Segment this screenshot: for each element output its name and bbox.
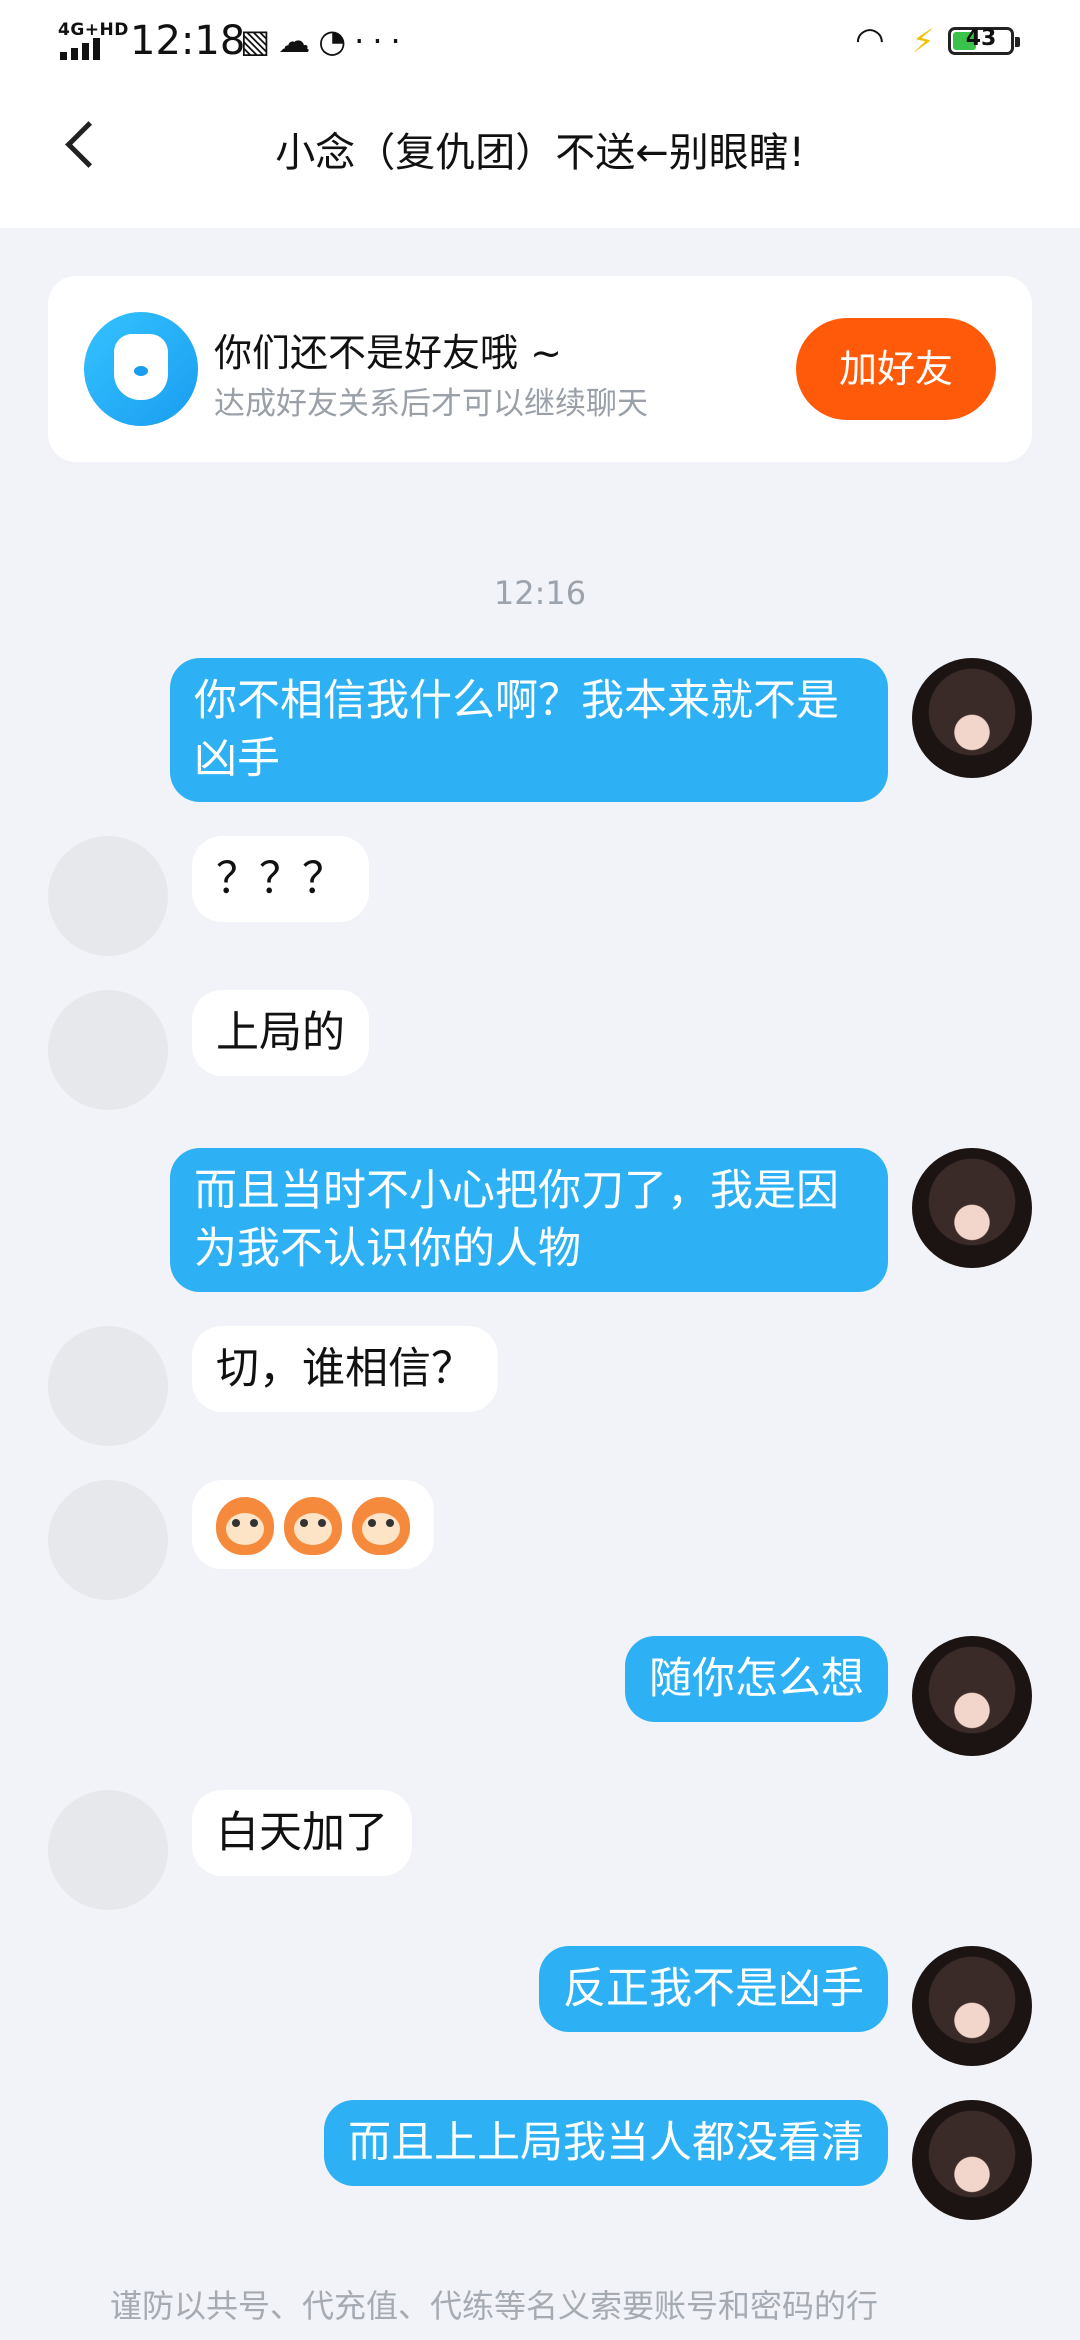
monkey-emoji-icon bbox=[352, 1496, 410, 1555]
incoming-bubble[interactable]: ？？？ bbox=[192, 836, 369, 922]
message-timestamp: 12:16 bbox=[493, 574, 587, 612]
my-avatar[interactable] bbox=[912, 1946, 1032, 2066]
back-button[interactable] bbox=[65, 121, 112, 168]
monkey-emoji-icon bbox=[284, 1496, 342, 1555]
status-icons: ▧☁◔··· bbox=[240, 22, 409, 60]
battery-level: 43 bbox=[965, 26, 997, 51]
peer-avatar[interactable] bbox=[48, 836, 168, 956]
my-avatar[interactable] bbox=[912, 1636, 1032, 1756]
friend-request-card: 你们还不是好友哦 ~ 达成好友关系后才可以继续聊天 加好友 bbox=[48, 276, 1032, 462]
safety-warning: 谨防以共号、代充值、代练等名义索要账号和密码的行 bbox=[110, 2287, 879, 2325]
outgoing-bubble[interactable]: 随你怎么想 bbox=[625, 1636, 888, 1722]
top-bar: 4G+HD 12:18 ▧☁◔··· ◠ ⚡ 43 小念（复仇团）不送←别眼瞎! bbox=[0, 0, 1080, 228]
peer-avatar[interactable] bbox=[48, 1480, 168, 1600]
battery-icon: 43 bbox=[948, 26, 1020, 55]
incoming-bubble[interactable]: 切，谁相信？ bbox=[192, 1326, 498, 1412]
incoming-bubble[interactable]: 白天加了 bbox=[192, 1790, 412, 1876]
my-avatar[interactable] bbox=[912, 1148, 1032, 1268]
signal-icon bbox=[60, 38, 106, 60]
peer-avatar[interactable] bbox=[48, 1790, 168, 1910]
outgoing-bubble[interactable]: 而且上上局我当人都没看清 bbox=[324, 2100, 888, 2186]
hand-wave-icon bbox=[84, 312, 198, 426]
peer-avatar[interactable] bbox=[48, 1326, 168, 1446]
chat-title: 小念（复仇团）不送←别眼瞎! bbox=[275, 130, 805, 176]
not-friends-subtext: 达成好友关系后才可以继续聊天 bbox=[214, 386, 648, 422]
add-friend-button[interactable]: 加好友 bbox=[796, 318, 996, 420]
outgoing-bubble[interactable]: 你不相信我什么啊？我本来就不是凶手 bbox=[170, 658, 888, 802]
network-indicator: 4G+HD bbox=[58, 20, 129, 40]
charging-icon: ⚡ bbox=[912, 22, 935, 60]
peer-avatar[interactable] bbox=[48, 990, 168, 1110]
outgoing-bubble[interactable]: 而且当时不小心把你刀了，我是因为我不认识你的人物 bbox=[170, 1148, 888, 1292]
my-avatar[interactable] bbox=[912, 2100, 1032, 2220]
status-time: 12:18 bbox=[130, 18, 246, 64]
incoming-bubble[interactable]: 上局的 bbox=[192, 990, 369, 1076]
monkey-emoji-icon bbox=[216, 1496, 274, 1555]
not-friends-headline: 你们还不是好友哦 ~ bbox=[214, 331, 562, 375]
outgoing-bubble[interactable]: 反正我不是凶手 bbox=[539, 1946, 888, 2032]
battery-cap bbox=[1015, 37, 1020, 47]
my-avatar[interactable] bbox=[912, 658, 1032, 778]
status-bar: 4G+HD 12:18 ▧☁◔··· ◠ ⚡ 43 bbox=[0, 0, 1080, 90]
wifi-icon: ◠ bbox=[855, 20, 885, 60]
emoji-bubble[interactable] bbox=[192, 1480, 434, 1569]
